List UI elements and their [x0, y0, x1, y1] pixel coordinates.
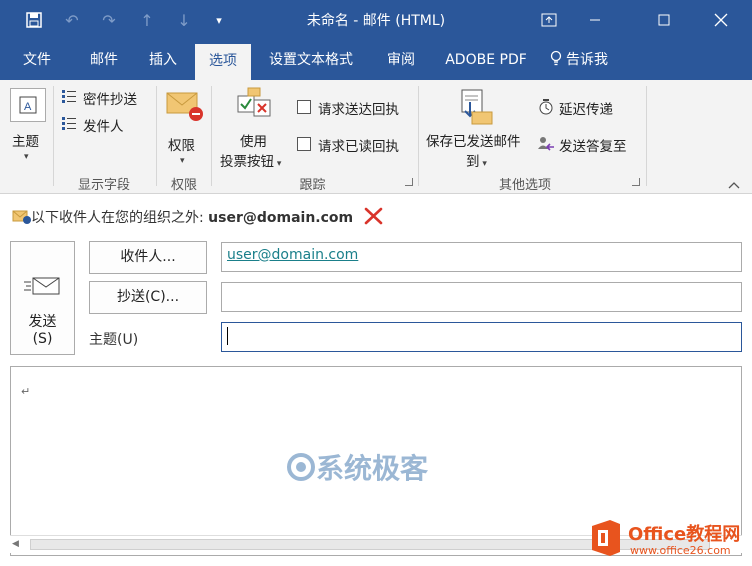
- theme-button[interactable]: A 主题 ▾: [6, 84, 48, 170]
- from-button[interactable]: 发件人: [60, 114, 150, 136]
- direct-replies-label: 发送答复至: [559, 139, 627, 155]
- send-label-line1: 发送: [28, 314, 57, 330]
- permission-label: 权限: [168, 138, 195, 154]
- clock-icon: [539, 99, 553, 115]
- subject-field[interactable]: [221, 322, 742, 352]
- delay-delivery-label: 延迟传递: [559, 102, 613, 118]
- voting-buttons-icon: [237, 87, 271, 117]
- voting-label-line1: 使用: [240, 134, 267, 150]
- close-button[interactable]: [698, 0, 744, 40]
- permission-button[interactable]: 权限 ▾: [162, 86, 206, 172]
- office-logo-icon: [592, 520, 620, 556]
- from-label: 发件人: [83, 119, 124, 135]
- read-receipt-checkbox[interactable]: 请求已读回执: [297, 134, 413, 155]
- scroll-left-icon[interactable]: ◀: [12, 539, 19, 549]
- subject-label: 主题(U): [89, 332, 139, 348]
- direct-replies-button[interactable]: 发送答复至: [537, 134, 637, 156]
- group-label-permission: 权限: [170, 178, 197, 193]
- group-label-more-options: 其他选项: [498, 178, 551, 193]
- save-sent-items-button[interactable]: 保存已发送邮件 到 ▾: [424, 86, 534, 172]
- from-icon: [62, 117, 76, 130]
- tab-message[interactable]: 邮件: [76, 40, 132, 80]
- send-label-line2: (S): [32, 331, 53, 347]
- voting-label-line2: 投票按钮 ▾: [220, 154, 282, 170]
- tab-insert[interactable]: 插入: [137, 40, 189, 80]
- delivery-receipt-label: 请求送达回执: [318, 102, 399, 118]
- cc-field[interactable]: [221, 282, 742, 312]
- ribbon-tabs: 文件 邮件 插入 选项 设置文本格式 审阅 ADOBE PDF 告诉我: [0, 40, 752, 112]
- external-recipient-infobar: 以下收件人在您的组织之外: user@domain.com: [0, 195, 752, 235]
- tab-options[interactable]: 选项: [195, 44, 251, 80]
- delivery-receipt-checkbox[interactable]: 请求送达回执: [297, 97, 413, 118]
- theme-label: 主题: [12, 134, 39, 150]
- save-sent-label-line2: 到 ▾: [466, 154, 487, 170]
- tell-me-label: 告诉我: [566, 52, 608, 68]
- external-mail-icon: [12, 210, 31, 224]
- theme-icon: A: [10, 88, 46, 122]
- bcc-icon: [62, 90, 76, 103]
- cc-button[interactable]: 抄送(C)...: [89, 281, 207, 314]
- to-recipient[interactable]: user@domain.com: [227, 247, 358, 263]
- bcc-button[interactable]: 密件抄送: [60, 87, 150, 109]
- tab-tell-me[interactable]: 告诉我: [550, 40, 634, 80]
- minimize-button[interactable]: [572, 0, 618, 40]
- send-button[interactable]: 发送 (S): [10, 241, 75, 355]
- read-receipt-label: 请求已读回执: [318, 139, 399, 155]
- lightbulb-icon: [550, 40, 562, 80]
- title-bar: ↶ ↷ ↑ ↓ ▾ 未命名 - 邮件 (HTML): [0, 0, 752, 40]
- more-options-dialog-launcher-icon[interactable]: [632, 178, 640, 186]
- svg-text:A: A: [24, 101, 32, 113]
- infobar-email: user@domain.com: [208, 210, 354, 226]
- tab-review[interactable]: 审阅: [376, 40, 426, 80]
- save-sent-items-icon: [461, 89, 493, 125]
- window-title: 未命名 - 邮件 (HTML): [306, 13, 446, 29]
- bcc-label: 密件抄送: [83, 92, 137, 108]
- watermark-logo-icon: [287, 453, 315, 481]
- remove-recipient-icon[interactable]: [364, 207, 384, 225]
- paragraph-mark: ↵: [21, 385, 31, 398]
- tab-adobe-pdf[interactable]: ADOBE PDF: [436, 40, 536, 80]
- permission-dropdown-caret: ▾: [180, 156, 185, 166]
- theme-dropdown-caret: ▾: [24, 152, 29, 162]
- group-label-show-fields: 显示字段: [77, 178, 130, 193]
- tracking-dialog-launcher-icon[interactable]: [405, 178, 413, 186]
- ribbon-display-options-icon[interactable]: [526, 0, 572, 40]
- save-sent-label-line1: 保存已发送邮件: [426, 134, 521, 150]
- watermark-text: 系统极客: [316, 452, 429, 485]
- watermark: 系统极客: [286, 447, 428, 487]
- text-cursor: [227, 327, 228, 345]
- tab-format-text[interactable]: 设置文本格式: [258, 40, 364, 80]
- read-receipt-box[interactable]: [297, 137, 311, 151]
- office-badge-title: Office教程网: [628, 524, 741, 545]
- infobar-text: 以下收件人在您的组织之外: user@domain.com: [31, 210, 354, 226]
- tab-file[interactable]: 文件: [8, 40, 66, 80]
- maximize-button[interactable]: [641, 0, 687, 40]
- group-label-tracking: 跟踪: [299, 178, 326, 193]
- delay-delivery-button[interactable]: 延迟传递: [537, 97, 637, 119]
- office-badge-url: www.office26.com: [630, 544, 731, 557]
- delivery-receipt-box[interactable]: [297, 100, 311, 114]
- collapse-ribbon-icon[interactable]: [728, 178, 740, 189]
- voting-buttons-button[interactable]: 使用 投票按钮 ▾: [216, 86, 292, 172]
- permission-envelope-icon: [166, 92, 203, 121]
- ribbon: A 主题 ▾ 密件抄送 发件人 显示字段 权限 ▾ 权限 使用 投票按钮 ▾ 请…: [0, 80, 752, 194]
- reply-to-icon: [538, 137, 554, 151]
- send-icon: [24, 277, 60, 295]
- to-button[interactable]: 收件人...: [89, 241, 207, 274]
- to-field[interactable]: user@domain.com: [221, 242, 742, 272]
